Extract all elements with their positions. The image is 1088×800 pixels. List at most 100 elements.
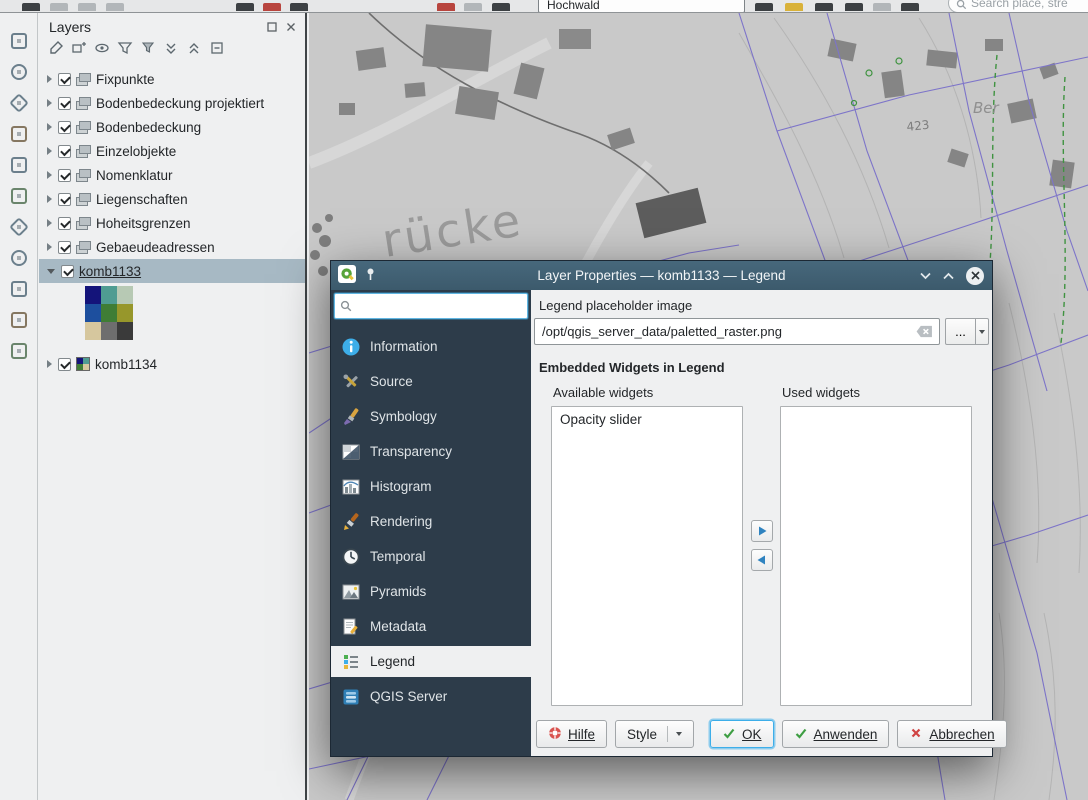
remove-layer-icon[interactable] [209, 40, 225, 56]
tab-metadata[interactable]: Metadata [331, 611, 531, 642]
left-toolbar-icon[interactable] [8, 30, 30, 52]
layer-checkbox[interactable] [58, 217, 71, 230]
ok-button[interactable]: OK [710, 720, 774, 748]
toolbar-icon[interactable] [755, 3, 773, 11]
toolbar-icon[interactable] [873, 3, 891, 11]
expand-arrow-icon[interactable] [47, 171, 52, 179]
toolbar-icon[interactable] [785, 3, 803, 11]
layer-row[interactable]: Bodenbedeckung projektiert [39, 91, 305, 115]
close-icon[interactable] [285, 21, 297, 33]
chevron-up-icon[interactable] [943, 268, 954, 283]
browse-button[interactable]: ... [945, 318, 976, 345]
toolbar-icon[interactable] [290, 3, 308, 11]
list-item[interactable]: Opacity slider [552, 407, 742, 432]
tab-temporal[interactable]: Temporal [331, 541, 531, 572]
tab-qgis-server[interactable]: QGIS Server [331, 681, 531, 712]
left-toolbar-icon[interactable] [8, 92, 30, 114]
expand-arrow-icon[interactable] [47, 75, 52, 83]
toolbar-icon[interactable] [50, 3, 68, 11]
left-toolbar-icon[interactable] [8, 247, 30, 269]
apply-button[interactable]: Anwenden [782, 720, 890, 748]
toolbar-icon[interactable] [78, 3, 96, 11]
cancel-button[interactable]: Abbrechen [897, 720, 1006, 748]
left-toolbar-icon[interactable] [8, 185, 30, 207]
style-button[interactable]: Style [615, 720, 694, 748]
properties-search[interactable] [334, 293, 528, 319]
layer-row[interactable]: Gebaeudeadressen [39, 235, 305, 259]
toolbar-icon[interactable] [464, 3, 482, 11]
available-widgets-list[interactable]: Opacity slider [551, 406, 743, 706]
expand-arrow-icon[interactable] [47, 219, 52, 227]
tab-rendering[interactable]: Rendering [331, 506, 531, 537]
clear-text-icon[interactable] [916, 325, 933, 338]
tab-source[interactable]: Source [331, 366, 531, 397]
toolbar-icon[interactable] [22, 3, 40, 11]
toolbar-icon[interactable] [106, 3, 124, 11]
tab-transparency[interactable]: Transparency [331, 436, 531, 467]
collapse-arrow-icon[interactable] [47, 269, 55, 274]
layer-checkbox[interactable] [58, 121, 71, 134]
undock-icon[interactable] [266, 21, 278, 33]
layer-row-komb1133[interactable]: komb1133 [39, 259, 305, 283]
left-toolbar-icon[interactable] [8, 216, 30, 238]
left-toolbar-icon[interactable] [8, 340, 30, 362]
expand-arrow-icon[interactable] [47, 243, 52, 251]
toolbar-icon[interactable] [815, 3, 833, 11]
help-button[interactable]: Hilfe [536, 720, 607, 748]
left-toolbar-icon[interactable] [8, 154, 30, 176]
toolbar-icon[interactable] [901, 3, 919, 11]
expand-arrow-icon[interactable] [47, 195, 52, 203]
tab-legend[interactable]: Legend [331, 646, 531, 677]
layer-row[interactable]: Fixpunkte [39, 67, 305, 91]
pin-icon[interactable] [364, 267, 377, 284]
placeholder-path-input[interactable] [534, 318, 940, 345]
add-group-icon[interactable] [71, 40, 87, 56]
toolbar-icon[interactable] [437, 3, 455, 11]
layer-row-komb1134[interactable]: komb1134 [39, 352, 305, 376]
expand-arrow-icon[interactable] [47, 123, 52, 131]
dialog-titlebar[interactable]: Layer Properties — komb1133 — Legend [331, 261, 992, 290]
layer-row[interactable]: Bodenbedeckung [39, 115, 305, 139]
layer-checkbox[interactable] [61, 265, 74, 278]
left-toolbar-icon[interactable] [8, 123, 30, 145]
toolbar-icon[interactable] [236, 3, 254, 11]
collapse-all-icon[interactable] [186, 40, 202, 56]
chevron-down-icon[interactable] [920, 268, 931, 283]
layer-row[interactable]: Nomenklatur [39, 163, 305, 187]
expand-all-icon[interactable] [163, 40, 179, 56]
layer-checkbox[interactable] [58, 193, 71, 206]
left-toolbar-icon[interactable] [8, 61, 30, 83]
move-left-button[interactable] [751, 549, 773, 571]
tab-histogram[interactable]: Histogram [331, 471, 531, 502]
filter-legend-icon[interactable] [117, 40, 133, 56]
used-widgets-list[interactable] [780, 406, 972, 706]
layer-checkbox[interactable] [58, 73, 71, 86]
toolbar-icon[interactable] [263, 3, 281, 11]
close-button[interactable] [966, 267, 984, 285]
move-right-button[interactable] [751, 520, 773, 542]
properties-search-input[interactable] [357, 299, 522, 314]
expand-arrow-icon[interactable] [47, 147, 52, 155]
layer-checkbox[interactable] [58, 358, 71, 371]
locator-search-input[interactable]: Search place, stre [948, 0, 1088, 13]
manage-map-themes-icon[interactable] [94, 40, 110, 56]
toolbar-icon[interactable] [845, 3, 863, 11]
toolbar-icon[interactable] [492, 3, 510, 11]
layer-row[interactable]: Hoheitsgrenzen [39, 211, 305, 235]
layer-row[interactable]: Liegenschaften [39, 187, 305, 211]
left-toolbar-icon[interactable] [8, 309, 30, 331]
tab-symbology[interactable]: Symbology [331, 401, 531, 432]
layer-checkbox[interactable] [58, 169, 71, 182]
tab-information[interactable]: Information [331, 331, 531, 362]
open-layer-styling-icon[interactable] [48, 40, 64, 56]
tab-pyramids[interactable]: Pyramids [331, 576, 531, 607]
layer-row[interactable]: Einzelobjekte [39, 139, 305, 163]
expand-arrow-icon[interactable] [47, 99, 52, 107]
expand-arrow-icon[interactable] [47, 360, 52, 368]
scale-combo[interactable]: Hochwald [538, 0, 745, 13]
filter-expression-icon[interactable] [140, 40, 156, 56]
dropdown-caret-icon[interactable] [676, 732, 682, 736]
browse-dropdown-button[interactable] [976, 318, 989, 345]
left-toolbar-icon[interactable] [8, 278, 30, 300]
layer-checkbox[interactable] [58, 241, 71, 254]
